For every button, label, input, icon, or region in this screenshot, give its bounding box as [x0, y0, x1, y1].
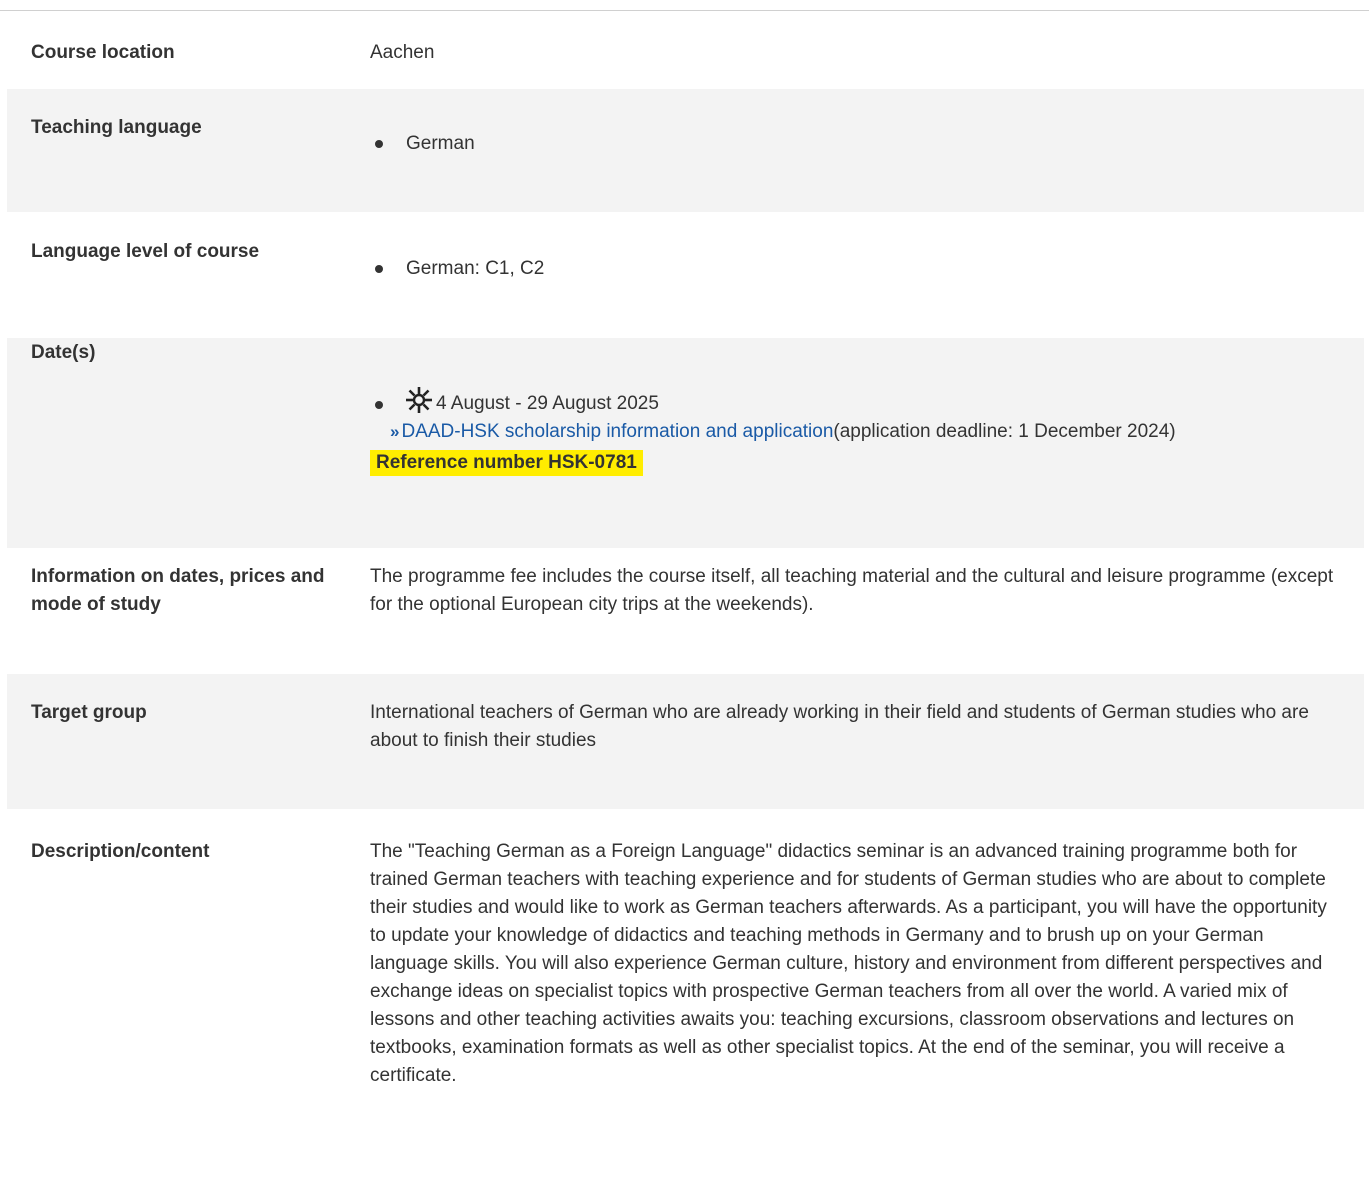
bullet-icon [375, 265, 383, 273]
bullet-icon [375, 140, 383, 148]
list-item: German: C1, C2 [370, 255, 1345, 283]
reference-number-badge: Reference number HSK-0781 [370, 450, 643, 476]
target-group-value: International teachers of German who are… [370, 702, 1309, 751]
sun-icon [406, 387, 432, 413]
description-label: Description/content [31, 841, 210, 862]
teaching-language-value: German [406, 133, 475, 154]
scholarship-link[interactable]: DAAD-HSK scholarship information and app… [401, 421, 833, 442]
dates-list: 4 August - 29 August 2025 » DAAD-HSK scho… [370, 387, 1345, 477]
application-deadline: (application deadline: 1 December 2024) [833, 421, 1176, 442]
language-level-label: Language level of course [31, 241, 260, 262]
list-item: German [370, 130, 1345, 158]
row-course-location: Course location Aachen [7, 22, 1364, 88]
target-group-label: Target group [31, 702, 147, 723]
row-target-group: Target group International teachers of G… [7, 674, 1364, 809]
info-dates-prices-label: Information on dates, prices and mode of… [31, 566, 325, 615]
list-item: 4 August - 29 August 2025 » DAAD-HSK scho… [370, 387, 1345, 477]
double-chevron-right-icon: » [390, 422, 400, 441]
course-location-value: Aachen [370, 42, 435, 63]
language-level-list: German: C1, C2 [370, 255, 1345, 283]
description-value: The "Teaching German as a Foreign Langua… [370, 841, 1327, 1086]
teaching-language-label: Teaching language [31, 117, 202, 138]
language-level-value: German: C1, C2 [406, 258, 545, 279]
top-divider [0, 10, 1369, 11]
course-location-label: Course location [31, 42, 175, 63]
teaching-language-list: German [370, 130, 1345, 158]
row-info-dates-prices: Information on dates, prices and mode of… [7, 549, 1364, 673]
row-dates: Date(s) 4 August - 29 August 2025 » DAAD… [7, 338, 1364, 548]
row-description: Description/content The "Teaching German… [7, 810, 1364, 1178]
row-teaching-language: Teaching language German [7, 89, 1364, 212]
info-dates-prices-value: The programme fee includes the course it… [370, 566, 1334, 615]
row-language-level: Language level of course German: C1, C2 [7, 213, 1364, 337]
date-range: 4 August - 29 August 2025 [436, 393, 659, 414]
bullet-icon [375, 401, 383, 409]
dates-label: Date(s) [31, 342, 96, 363]
